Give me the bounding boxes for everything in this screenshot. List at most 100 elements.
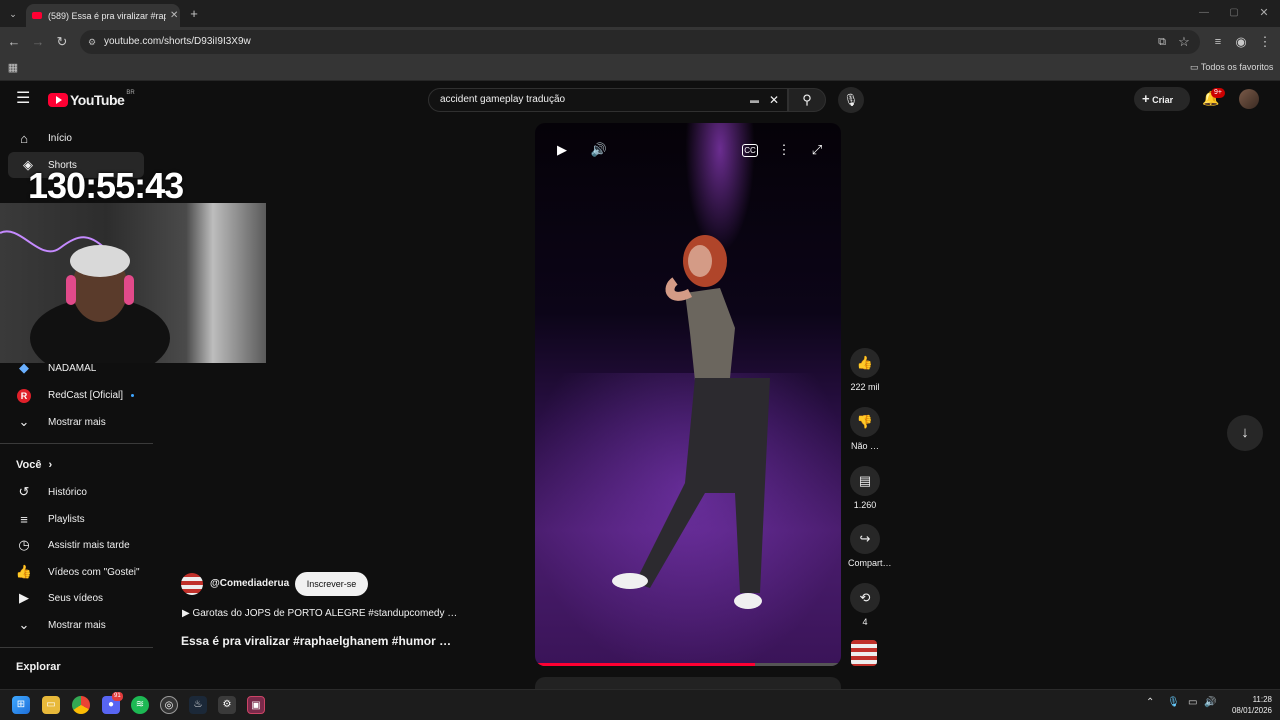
guide-menu-icon[interactable]: ☰ xyxy=(16,91,30,107)
subscribe-button[interactable]: Inscrever-se xyxy=(295,572,368,596)
sidebar-show-more-voce[interactable]: ⌄ Mostrar mais xyxy=(0,612,150,638)
youtube-favicon-icon xyxy=(32,12,42,19)
sidebar-item-your-videos[interactable]: ▶ Seus vídeos xyxy=(0,585,150,611)
search-input[interactable]: accident gameplay tradução ▬ ✕ xyxy=(428,88,788,112)
sidebar-item-playlists[interactable]: ≡ Playlists xyxy=(0,506,150,532)
sidebar-show-more-subs[interactable]: ⌄ Mostrar mais xyxy=(0,409,150,435)
settings-icon[interactable]: ⚙ xyxy=(218,696,236,714)
sidebar-item-label: Assistir mais tarde xyxy=(48,539,130,551)
thumbs-up-icon: 👍 xyxy=(850,348,880,378)
site-info-icon[interactable]: ⚙ xyxy=(88,30,96,54)
remix-icon: ⟲ xyxy=(850,583,880,613)
live-dot-icon xyxy=(131,393,135,397)
back-icon[interactable]: ← xyxy=(6,35,22,49)
next-short-button[interactable]: ↓ xyxy=(1227,415,1263,451)
sidebar-divider xyxy=(0,647,153,648)
windows-start-icon[interactable]: ⊞ xyxy=(12,696,30,714)
channel-avatar[interactable] xyxy=(181,573,203,595)
captions-icon[interactable]: CC xyxy=(742,144,758,157)
next-short-preview[interactable] xyxy=(535,677,841,689)
remix-button[interactable]: ⟲ 4 xyxy=(848,583,882,627)
search-button[interactable]: ⚲ xyxy=(788,88,826,112)
short-playlist-link[interactable]: ▶ Garotas do JOPS de PORTO ALEGRE #stand… xyxy=(182,608,457,619)
like-button[interactable]: 👍 222 mil xyxy=(848,348,882,392)
browser-toolbar: ← → ↻ ⚙ youtube.com/shorts/D93iI9I3X9w ⧉… xyxy=(0,27,1280,57)
tab-title: (589) Essa é pra viralizar #raphaelghane… xyxy=(48,10,166,21)
tray-chevron-icon[interactable]: ⌃ xyxy=(1146,697,1154,708)
all-bookmarks-button[interactable]: ▭ Todos os favoritos xyxy=(1190,62,1273,73)
channel-name[interactable]: @Comediaderua xyxy=(210,578,289,589)
dislike-button[interactable]: 👎 Não … xyxy=(848,407,882,451)
restore-icon[interactable]: ▢ xyxy=(1226,6,1242,20)
discord-icon[interactable]: ● 91 xyxy=(102,692,123,714)
sidebar-sub-redcast[interactable]: R RedCast [Oficial] xyxy=(0,382,150,408)
create-button[interactable]: + Criar xyxy=(1134,87,1190,111)
sidebar-item-label: Vídeos com "Gostei" xyxy=(48,566,140,578)
shorts-video-player[interactable]: ▶ 🔊 CC ⋮ ⤢ xyxy=(535,123,841,666)
video-progress-bar[interactable] xyxy=(535,663,841,666)
more-options-icon[interactable]: ⋮ xyxy=(774,141,794,159)
tab-close-icon[interactable]: ✕ xyxy=(170,10,178,21)
file-explorer-icon[interactable]: ▭ xyxy=(42,696,60,714)
chevron-down-icon: ⌄ xyxy=(18,414,30,429)
your-videos-icon: ▶ xyxy=(19,590,29,605)
clock-time: 11:28 xyxy=(1252,695,1272,704)
apps-grid-icon[interactable]: ▦ xyxy=(5,61,21,75)
sidebar-item-liked-videos[interactable]: 👍 Vídeos com "Gostei" xyxy=(0,559,150,585)
forward-icon[interactable]: → xyxy=(30,35,46,49)
play-icon[interactable]: ▶ xyxy=(552,141,572,159)
webcam-overlay xyxy=(0,203,266,363)
sidebar-sub-nadamal[interactable]: ◆ NADAMAL xyxy=(0,355,150,381)
clear-search-icon[interactable]: ✕ xyxy=(769,89,779,111)
volume-icon[interactable]: 🔊 xyxy=(589,141,609,159)
short-title[interactable]: Essa é pra viralizar #raphaelghanem #hum… xyxy=(181,634,451,648)
close-window-icon[interactable]: ✕ xyxy=(1256,6,1272,20)
tray-network-icon[interactable]: ▭ xyxy=(1188,697,1197,708)
share-label: Compart… xyxy=(848,558,892,568)
discord-badge: 91 xyxy=(112,692,123,701)
thumbs-up-icon: 👍 xyxy=(15,564,33,579)
app-icon[interactable]: ▣ xyxy=(247,696,265,714)
youtube-logo[interactable]: YouTube BR xyxy=(48,90,135,109)
chrome-icon[interactable] xyxy=(72,696,90,714)
menu-icon[interactable]: ⋮ xyxy=(1257,35,1273,49)
sidebar-explorar-heading: Explorar xyxy=(16,661,61,673)
address-bar[interactable]: ⚙ youtube.com/shorts/D93iI9I3X9w xyxy=(80,30,1200,54)
sidebar-item-historico[interactable]: ↺ Histórico xyxy=(0,479,150,505)
browser-tab-bar: ⌄ (589) Essa é pra viralizar #raphaelgha… xyxy=(0,0,1280,27)
keyboard-icon[interactable]: ▬ xyxy=(750,89,759,111)
bookmark-star-icon[interactable]: ☆ xyxy=(1176,35,1192,49)
minimize-icon[interactable]: — xyxy=(1196,6,1212,20)
tab-search-icon[interactable]: ⌄ xyxy=(5,7,21,21)
steam-icon[interactable]: ♨ xyxy=(189,696,207,714)
media-icon[interactable]: ≡ xyxy=(1210,35,1226,49)
reload-icon[interactable]: ↻ xyxy=(54,35,70,49)
tray-volume-icon[interactable]: 🔊 xyxy=(1204,697,1216,708)
obs-icon[interactable]: ◎ xyxy=(160,696,178,714)
youtube-play-logo-icon xyxy=(48,93,68,107)
playlists-icon: ≡ xyxy=(20,511,28,527)
sidebar-voce-heading[interactable]: Você › xyxy=(16,459,52,471)
notifications-button[interactable]: 🔔 9+ xyxy=(1202,88,1225,107)
home-icon: ⌂ xyxy=(20,130,28,146)
comment-icon: ▤ xyxy=(850,466,880,496)
new-tab-icon[interactable]: + xyxy=(186,7,202,21)
tray-mic-icon[interactable]: 🎙 xyxy=(1167,697,1180,708)
comments-button[interactable]: ▤ 1.260 xyxy=(848,466,882,510)
sidebar-item-label: NADAMAL xyxy=(48,362,97,374)
channel-avatar-icon: ◆ xyxy=(19,360,29,375)
history-icon: ↺ xyxy=(18,484,30,499)
fullscreen-icon[interactable]: ⤢ xyxy=(807,141,827,159)
sidebar-item-inicio[interactable]: ⌂ Início xyxy=(0,125,150,151)
clock[interactable]: 11:28 08/01/2026 xyxy=(1222,694,1272,716)
voice-search-button[interactable]: 🎙 xyxy=(838,87,864,113)
profile-icon[interactable]: ◉ xyxy=(1233,35,1249,49)
webcam-picture xyxy=(0,230,170,363)
share-button[interactable]: ↪ Compart… xyxy=(848,524,892,568)
sidebar-item-watch-later[interactable]: ◷ Assistir mais tarde xyxy=(0,532,150,558)
browser-tab[interactable]: (589) Essa é pra viralizar #raphaelghane… xyxy=(26,4,180,27)
spotify-icon[interactable]: ≋ xyxy=(131,696,149,714)
install-app-icon[interactable]: ⧉ xyxy=(1154,35,1170,49)
sound-thumbnail[interactable] xyxy=(851,640,877,666)
avatar[interactable] xyxy=(1239,89,1259,109)
